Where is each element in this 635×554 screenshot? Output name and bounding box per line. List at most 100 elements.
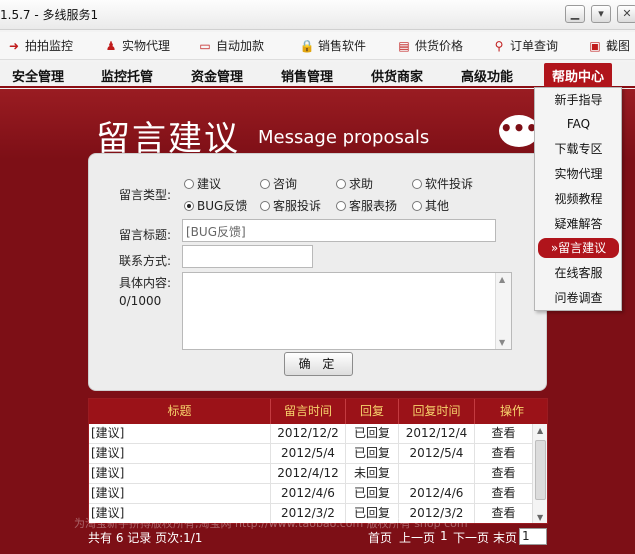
- menu-suppliers[interactable]: 供货商家: [371, 66, 423, 85]
- cell-reply: 已回复: [346, 424, 399, 444]
- type-label: 留言类型:: [119, 188, 172, 202]
- dropdown-item-video-tutorial[interactable]: 视频教程: [538, 189, 619, 209]
- table-row[interactable]: [建议] 2012/4/12 未回复 查看: [89, 464, 532, 484]
- menu-security[interactable]: 安全管理: [12, 66, 64, 85]
- radio-help[interactable]: 求助: [336, 175, 373, 192]
- radio-service-complaint[interactable]: 客服投诉: [260, 197, 321, 214]
- dropdown-item-physical-agent[interactable]: 实物代理: [538, 164, 619, 184]
- dropdown-item-message-proposals[interactable]: »留言建议: [538, 238, 619, 258]
- help-dropdown: 新手指导 FAQ 下载专区 实物代理 视频教程 疑难解答 »留言建议 在线客服 …: [534, 87, 622, 311]
- radio-service-praise[interactable]: 客服表扬: [336, 197, 397, 214]
- dropdown-item-downloads[interactable]: 下载专区: [538, 139, 619, 159]
- window-title: 1.5.7 - 多线服务1: [0, 8, 99, 22]
- toolbar-screenshot[interactable]: ▣ 截图: [587, 37, 630, 55]
- title-bar: 1.5.7 - 多线服务1 ▁ ▾ ✕: [0, 0, 635, 30]
- search-icon: ⚲: [494, 39, 504, 53]
- cell-title: [建议]: [89, 464, 271, 484]
- dropdown-item-faq[interactable]: FAQ: [538, 114, 619, 134]
- radio-dot: [412, 201, 422, 211]
- radio-other[interactable]: 其他: [412, 197, 449, 214]
- dropdown-item-survey[interactable]: 问卷调查: [538, 288, 619, 308]
- content-textarea[interactable]: ▲ ▼: [182, 272, 512, 350]
- record-summary: 共有 6 记录 页次:1/1: [88, 531, 203, 545]
- menu-funds[interactable]: 资金管理: [191, 66, 243, 85]
- toolbar-auto-credit[interactable]: ▭ 自动加款: [197, 37, 264, 55]
- subject-input[interactable]: [BUG反馈]: [182, 219, 496, 242]
- toolbar-sell-software[interactable]: 🔒 销售软件: [299, 37, 367, 55]
- radio-consult[interactable]: 咨询: [260, 175, 297, 192]
- picture-icon: ▣: [589, 39, 601, 53]
- cell-reply-time: [399, 464, 475, 484]
- radio-dot: [412, 179, 422, 189]
- menu-monitor-hosting[interactable]: 监控托管: [101, 66, 153, 85]
- message-table: 标题 留言时间 回复 回复时间 操作 [建议] 2012/12/2 已回复 20…: [88, 398, 548, 524]
- subject-label: 留言标题:: [119, 228, 172, 242]
- toolbar-order-query[interactable]: ⚲ 订单查询: [491, 37, 558, 55]
- cell-reply: 已回复: [346, 444, 399, 464]
- toolbar: ➜ 拍拍监控 ♟ 实物代理 ▭ 自动加款 🔒 销售软件 ▤ 供货价格 ⚲ 订单查询 ▣ 截图: [0, 32, 635, 60]
- menu-advanced[interactable]: 高级功能: [461, 66, 513, 85]
- radio-dot: [260, 179, 270, 189]
- prev-page-link[interactable]: 上一页: [399, 529, 435, 546]
- view-link[interactable]: 查看: [475, 444, 532, 464]
- cell-message-time: 2012/4/12: [271, 464, 346, 484]
- table-row[interactable]: [建议] 2012/4/6 已回复 2012/4/6 查看: [89, 484, 532, 504]
- scroll-thumb[interactable]: [535, 440, 546, 500]
- menu-bar: 安全管理 监控托管 资金管理 销售管理 供货商家 高级功能 帮助中心: [0, 62, 635, 88]
- cell-message-time: 2012/5/4: [271, 444, 346, 464]
- dropdown-item-troubleshooting[interactable]: 疑难解答: [538, 214, 619, 234]
- cell-title: [建议]: [89, 484, 271, 504]
- document-icon: ▤: [398, 39, 410, 53]
- table-scrollbar[interactable]: ▲ ▼: [532, 424, 547, 523]
- view-link[interactable]: 查看: [475, 424, 532, 444]
- content-counter: 0/1000: [119, 294, 162, 308]
- maximize-button[interactable]: ▾: [591, 5, 611, 23]
- radio-software-complaint[interactable]: 软件投诉: [412, 175, 473, 192]
- radio-dot: [184, 179, 194, 189]
- minimize-button[interactable]: ▁: [565, 5, 585, 23]
- textarea-scrollbar[interactable]: ▲ ▼: [495, 273, 511, 349]
- cell-reply-time: 2012/4/6: [399, 484, 475, 504]
- cell-title: [建议]: [89, 424, 271, 444]
- cell-reply-time: 2012/12/4: [399, 424, 475, 444]
- scroll-up-icon[interactable]: ▲: [537, 426, 543, 435]
- view-link[interactable]: 查看: [475, 484, 532, 504]
- toolbar-supply-price[interactable]: ▤ 供货价格: [396, 37, 463, 55]
- menu-help-center[interactable]: 帮助中心: [544, 63, 613, 87]
- radio-suggestion[interactable]: 建议: [184, 175, 221, 192]
- content-label: 具体内容:: [119, 276, 172, 290]
- watermark: 为淘宝新手拼搏版权所有,淘宝网 http://www.taobao.com 版权…: [74, 517, 468, 529]
- close-icon: ✕: [622, 7, 632, 20]
- view-link[interactable]: 查看: [475, 464, 532, 484]
- lock-icon: 🔒: [299, 39, 315, 53]
- toolbar-paipai-monitor[interactable]: ➜ 拍拍监控: [6, 37, 73, 55]
- minimize-icon: ▁: [570, 7, 580, 20]
- scroll-up-icon[interactable]: ▲: [499, 275, 505, 284]
- radio-dot: [336, 201, 346, 211]
- next-page-link[interactable]: 下一页: [453, 529, 489, 546]
- page-number-input[interactable]: 1: [519, 528, 547, 545]
- close-button[interactable]: ✕: [617, 5, 635, 23]
- dropdown-item-beginner-guide[interactable]: 新手指导: [538, 90, 619, 110]
- submit-button[interactable]: 确 定: [284, 352, 353, 376]
- radio-bug-report[interactable]: BUG反馈: [184, 197, 247, 214]
- table-row[interactable]: [建议] 2012/12/2 已回复 2012/12/4 查看: [89, 424, 532, 444]
- current-page: 1: [440, 529, 448, 543]
- first-page-link[interactable]: 首页: [368, 529, 392, 546]
- arrow-right-icon: ➜: [8, 39, 20, 53]
- column-header-reply-time: 回复时间: [399, 399, 475, 424]
- table-row[interactable]: [建议] 2012/5/4 已回复 2012/5/4 查看: [89, 444, 532, 464]
- toolbar-physical-agent[interactable]: ♟ 实物代理: [103, 37, 170, 55]
- chat-bubble-icon: •••: [499, 115, 539, 147]
- column-header-title: 标题: [89, 399, 271, 424]
- cell-message-time: 2012/12/2: [271, 424, 346, 444]
- radio-dot: [260, 201, 270, 211]
- scroll-down-icon[interactable]: ▼: [499, 338, 505, 347]
- contact-input[interactable]: [182, 245, 313, 268]
- column-header-action: 操作: [499, 404, 524, 418]
- column-header-reply: 回复: [346, 399, 399, 424]
- dropdown-item-online-support[interactable]: 在线客服: [538, 263, 619, 283]
- message-form: 留言类型: 建议 咨询 求助 软件投诉 BUG反馈 客服投诉 客服表扬 其他 留…: [88, 153, 547, 391]
- menu-sales[interactable]: 销售管理: [281, 66, 333, 85]
- last-page-link[interactable]: 末页: [493, 529, 517, 546]
